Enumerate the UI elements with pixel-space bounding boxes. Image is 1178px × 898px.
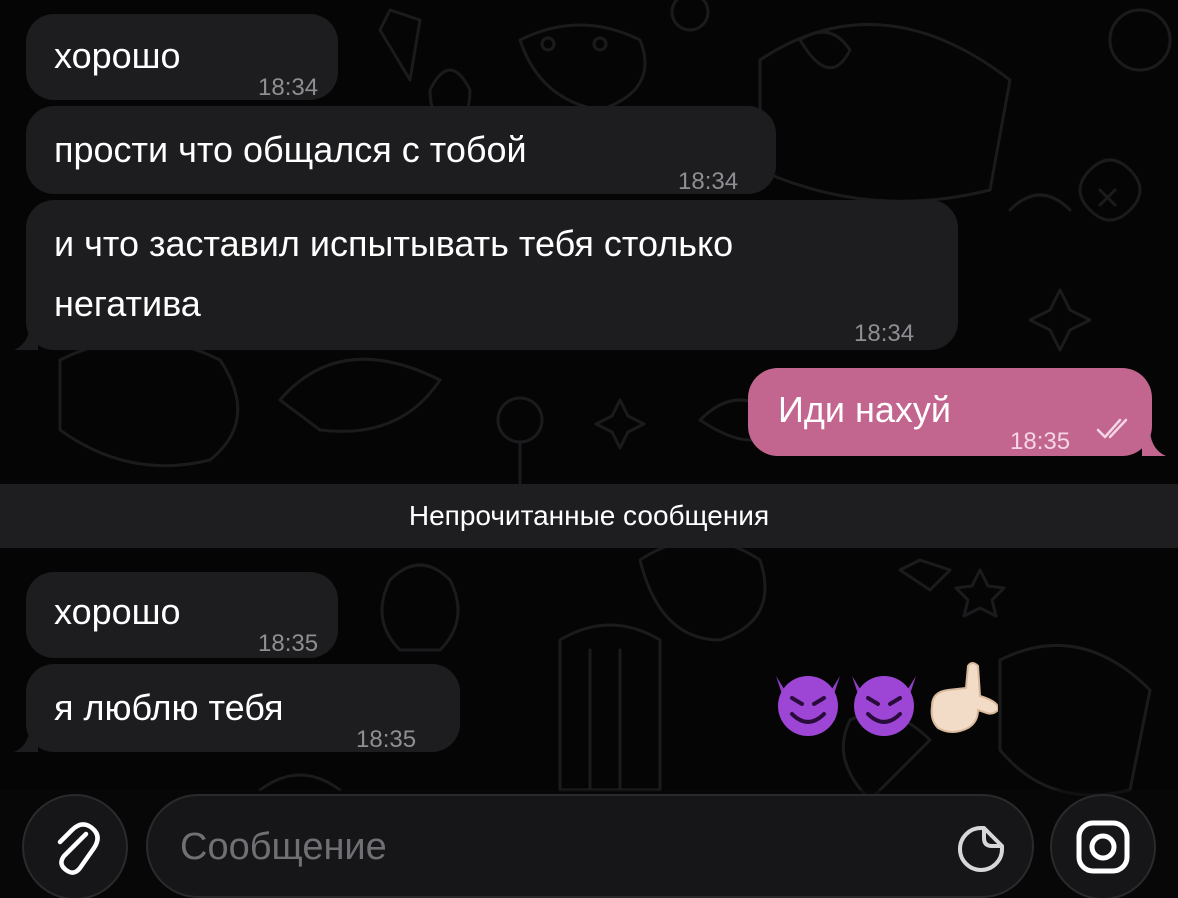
attach-button[interactable] <box>22 794 128 898</box>
unread-messages-divider: Непрочитанные сообщения <box>0 484 1178 548</box>
bubble-tail <box>14 728 38 752</box>
incoming-message[interactable]: хорошо 18:35 <box>26 572 338 658</box>
camera-icon <box>1076 820 1130 874</box>
chat-screen: хорошо 18:34 прости что общался с тобой … <box>0 0 1178 898</box>
double-check-icon <box>1096 418 1128 439</box>
message-text-line: и что заставил испытывать тебя столько <box>54 223 734 264</box>
message-input-field[interactable] <box>146 794 1034 898</box>
incoming-message[interactable]: прости что общался с тобой 18:34 <box>26 106 776 195</box>
message-text: прости что общался с тобой <box>54 129 527 170</box>
incoming-message[interactable]: я люблю тебя 18:35 <box>26 664 460 753</box>
message-time: 18:35 <box>356 726 417 753</box>
bubble-tail <box>1142 432 1166 456</box>
paperclip-icon <box>57 822 100 875</box>
message-time: 18:34 <box>854 320 915 347</box>
incoming-message[interactable]: хорошо 18:34 <box>26 14 338 101</box>
call-me-hand-icon <box>930 662 998 733</box>
bubble-tail <box>14 326 38 350</box>
message-text: хорошо <box>54 35 181 76</box>
smiling-devil-icon <box>776 676 840 736</box>
camera-button[interactable] <box>1050 794 1156 898</box>
message-text-line: негатива <box>54 283 201 324</box>
message-time: 18:35 <box>1010 428 1071 455</box>
message-text: Иди нахуй <box>778 389 952 430</box>
message-text: хорошо <box>54 591 181 632</box>
message-text: я люблю тебя <box>54 687 284 728</box>
sticker-icon[interactable] <box>956 824 1006 874</box>
outgoing-message[interactable]: Иди нахуй 18:35 <box>748 368 1152 456</box>
emoji-reactions <box>776 662 998 736</box>
incoming-message[interactable]: и что заставил испытывать тебя столько н… <box>26 200 958 350</box>
message-input[interactable] <box>178 814 942 880</box>
smiling-devil-icon <box>852 676 916 736</box>
